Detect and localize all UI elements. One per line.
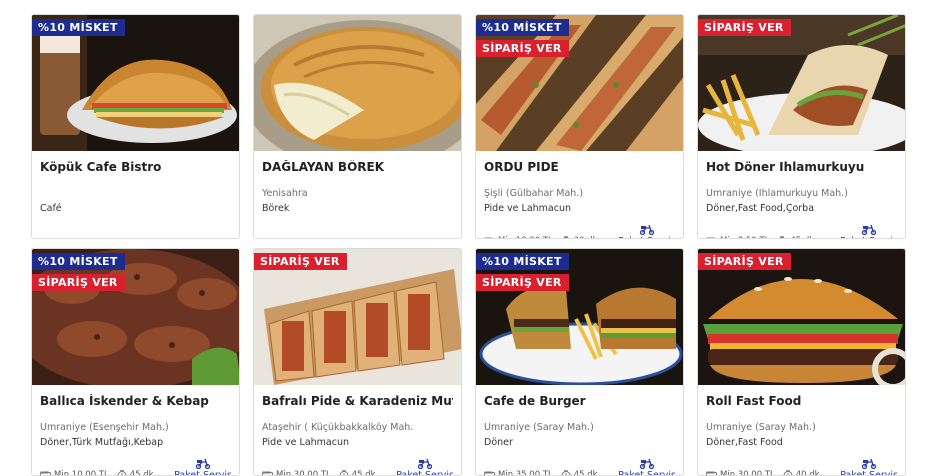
order-badge[interactable]: SİPARİŞ VER <box>698 19 791 36</box>
wallet-icon <box>262 471 273 476</box>
restaurant-card[interactable]: DAĞLAYAN BÖREK Yenisahra Börek <box>253 14 462 239</box>
restaurant-photo[interactable]: SİPARİŞ VER <box>254 249 461 385</box>
restaurant-photo[interactable]: %10 MİSKET <box>32 15 239 151</box>
restaurant-card[interactable]: SİPARİŞ VER Hot Döner Ihlamurkuyu Ümrani… <box>697 14 906 239</box>
restaurant-photo[interactable]: %10 MİSKET SİPARİŞ VER <box>476 15 683 151</box>
restaurant-photo[interactable] <box>254 15 461 151</box>
order-meta: Min.10,00 TL 30 dk <box>484 236 598 239</box>
restaurant-card[interactable]: SİPARİŞ VER Roll Fast Food Ümraniye (Sar… <box>697 248 906 476</box>
restaurant-card[interactable]: %10 MİSKET Köpük Cafe Bistro Café <box>31 14 240 239</box>
badge-stack: %10 MİSKET SİPARİŞ VER <box>476 19 569 57</box>
scooter-icon <box>417 458 433 469</box>
wallet-icon <box>40 471 51 476</box>
restaurant-name[interactable]: DAĞLAYAN BÖREK <box>262 160 453 174</box>
restaurant-category: Börek <box>262 203 453 216</box>
restaurant-category: Döner,Türk Mutfağı,Kebap <box>40 437 231 450</box>
badge-stack: SİPARİŞ VER <box>698 253 791 270</box>
restaurant-location <box>40 188 231 201</box>
delivery-option[interactable]: Paket Servis <box>396 458 454 476</box>
badge-stack: SİPARİŞ VER <box>698 19 791 36</box>
badge-stack: %10 MİSKET SİPARİŞ VER <box>32 253 125 291</box>
min-order: Min.8,50 TL <box>706 236 769 239</box>
delivery-label: Paket Servis <box>618 236 676 239</box>
badge-stack: %10 MİSKET <box>32 19 125 36</box>
clock-icon <box>561 236 571 239</box>
discount-badge: %10 MİSKET <box>32 19 125 36</box>
delivery-option[interactable]: Paket Servis <box>174 458 232 476</box>
min-order-value: Min.8,50 TL <box>720 236 769 239</box>
discount-badge: %10 MİSKET <box>476 19 569 36</box>
restaurant-location: Ümraniye (Saray Mah.) <box>706 422 897 435</box>
restaurant-name[interactable]: Hot Döner Ihlamurkuyu <box>706 160 897 174</box>
wallet-icon <box>484 471 495 476</box>
discount-badge: %10 MİSKET <box>32 253 125 270</box>
scooter-icon <box>861 458 877 469</box>
delivery-time: 30 dk <box>561 236 598 239</box>
restaurant-photo[interactable]: SİPARİŞ VER <box>698 15 905 151</box>
restaurant-location: Ümraniye (Saray Mah.) <box>484 422 675 435</box>
min-order-value: Min.10,00 TL <box>498 236 553 239</box>
min-order: Min.10,00 TL <box>484 236 553 239</box>
scooter-icon <box>861 224 877 235</box>
restaurant-category: Döner,Fast Food,Çorba <box>706 203 897 216</box>
discount-badge: %10 MİSKET <box>476 253 569 270</box>
scooter-icon <box>195 458 211 469</box>
wallet-icon <box>706 471 717 476</box>
order-badge[interactable]: SİPARİŞ VER <box>254 253 347 270</box>
restaurant-card[interactable]: %10 MİSKET SİPARİŞ VER ORDU PIDE Şişli (G… <box>475 14 684 239</box>
order-badge[interactable]: SİPARİŞ VER <box>32 274 125 291</box>
delivery-time-value: 30 dk <box>574 236 598 239</box>
restaurant-category: Döner <box>484 437 675 450</box>
restaurant-photo[interactable]: %10 MİSKET SİPARİŞ VER <box>476 249 683 385</box>
delivery-option[interactable]: Paket Servis <box>840 458 898 476</box>
wallet-icon <box>484 237 495 240</box>
order-meta: Min.8,50 TL 45 dk <box>706 236 814 239</box>
restaurant-category: Pide ve Lahmacun <box>484 203 675 216</box>
restaurant-location: Ümraniye (Esenşehir Mah.) <box>40 422 231 435</box>
order-badge[interactable]: SİPARİŞ VER <box>476 274 569 291</box>
delivery-time-value: 45 dk <box>790 236 814 239</box>
restaurant-card[interactable]: %10 MİSKET SİPARİŞ VER Cafe de Burger Ümr… <box>475 248 684 476</box>
scooter-icon <box>639 458 655 469</box>
restaurant-location: Ümraniye (Ihlamurkuyu Mah.) <box>706 188 897 201</box>
restaurant-name[interactable]: Cafe de Burger <box>484 394 675 408</box>
delivery-time: 45 dk <box>777 236 814 239</box>
restaurant-category: Döner,Fast Food <box>706 437 897 450</box>
restaurant-location: Ataşehir ( Küçükbakkalköy Mah. <box>262 422 453 435</box>
order-badge[interactable]: SİPARİŞ VER <box>476 40 569 57</box>
restaurant-category: Pide ve Lahmacun <box>262 437 453 450</box>
restaurant-name[interactable]: Roll Fast Food <box>706 394 897 408</box>
badge-stack: %10 MİSKET SİPARİŞ VER <box>476 253 569 291</box>
restaurant-card[interactable]: SİPARİŞ VER Bafralı Pide & Karadeniz Mut… <box>253 248 462 476</box>
scooter-icon <box>639 224 655 235</box>
restaurant-location: Yenisahra <box>262 188 453 201</box>
restaurant-category: Café <box>40 203 231 216</box>
order-badge[interactable]: SİPARİŞ VER <box>698 253 791 270</box>
restaurant-location: Şişli (Gülbahar Mah.) <box>484 188 675 201</box>
restaurant-name[interactable]: Köpük Cafe Bistro <box>40 160 231 174</box>
restaurant-photo[interactable]: SİPARİŞ VER <box>698 249 905 385</box>
delivery-option[interactable]: Paket Servis <box>618 458 676 476</box>
delivery-option[interactable]: Paket Servis <box>618 224 676 239</box>
restaurant-name[interactable]: Bafralı Pide & Karadeniz Mutfağı <box>262 394 453 408</box>
wallet-icon <box>706 237 717 240</box>
delivery-option[interactable]: Paket Servis <box>840 224 898 239</box>
restaurant-card[interactable]: %10 MİSKET SİPARİŞ VER Ballıca İskender &… <box>31 248 240 476</box>
restaurant-name[interactable]: Ballıca İskender & Kebap <box>40 394 231 408</box>
clock-icon <box>777 236 787 239</box>
restaurant-grid: %10 MİSKET Köpük Cafe Bistro Café DAĞLAY… <box>0 0 950 471</box>
badge-stack: SİPARİŞ VER <box>254 253 347 270</box>
restaurant-photo[interactable]: %10 MİSKET SİPARİŞ VER <box>32 249 239 385</box>
delivery-label: Paket Servis <box>840 236 898 239</box>
restaurant-name[interactable]: ORDU PIDE <box>484 160 675 174</box>
